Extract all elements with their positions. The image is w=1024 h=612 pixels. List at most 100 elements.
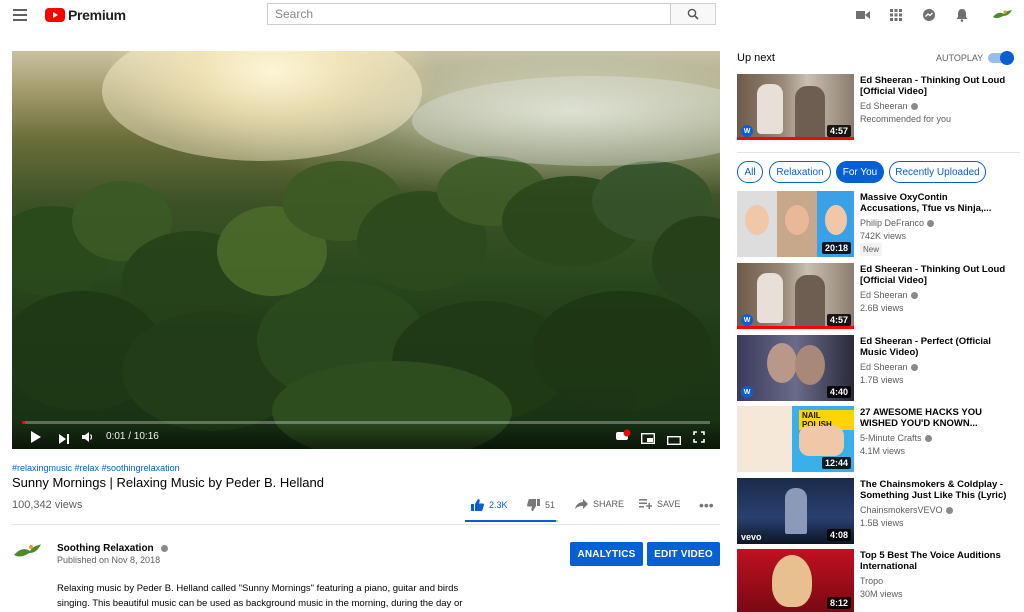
messages-icon[interactable] xyxy=(921,7,937,23)
video-thumbnail[interactable]: W 4:57 xyxy=(737,263,854,329)
chip-recently-uploaded[interactable]: Recently Uploaded xyxy=(889,161,986,183)
search-button[interactable] xyxy=(671,3,716,25)
thumb-figure xyxy=(785,488,807,534)
up-next-title[interactable]: Ed Sheeran - Thinking Out Loud [Official… xyxy=(860,75,1020,97)
chip-relaxation[interactable]: Relaxation xyxy=(769,161,831,183)
create-video-icon[interactable] xyxy=(855,7,871,23)
thumb-panel xyxy=(737,406,792,472)
video-player[interactable]: 0:01 / 10:16 xyxy=(12,51,720,449)
thumbs-up-icon xyxy=(471,499,484,511)
fullscreen-icon[interactable] xyxy=(693,430,705,448)
autoplay-toggle-icon[interactable] xyxy=(616,429,632,448)
thumb-face xyxy=(795,345,825,385)
like-button[interactable]: 2.3K xyxy=(471,499,508,511)
video-title-link[interactable]: 27 AWESOME HACKS YOU WISHED YOU'D KNOWN.… xyxy=(860,407,1020,429)
channel-name-text: Soothing Relaxation xyxy=(57,543,154,554)
duration-badge: 4:40 xyxy=(826,386,851,398)
warner-logo-icon: W xyxy=(741,125,753,137)
duration-badge: 20:18 xyxy=(821,242,851,254)
channel-label[interactable]: Philip DeFranco xyxy=(860,218,924,228)
autoplay-toggle[interactable] xyxy=(988,51,1014,65)
verified-icon xyxy=(160,545,168,552)
channel-avatar[interactable] xyxy=(12,541,42,568)
play-icon[interactable] xyxy=(30,430,42,448)
notifications-bell-icon[interactable] xyxy=(954,7,970,23)
volume-icon[interactable] xyxy=(82,430,94,448)
video-title-link[interactable]: Top 5 Best The Voice Auditions Internati… xyxy=(860,550,1020,572)
playlist-add-icon xyxy=(639,499,652,509)
search-icon xyxy=(687,8,699,20)
account-avatar[interactable] xyxy=(990,7,1014,23)
dislike-button[interactable]: 51 xyxy=(527,499,555,511)
edit-video-button[interactable]: EDIT VIDEO xyxy=(647,542,720,566)
video-meta: Philip DeFranco 742K views New xyxy=(860,217,935,256)
video-title-link[interactable]: Ed Sheeran - Perfect (Official Music Vid… xyxy=(860,336,1020,358)
views-label: 1.7B views xyxy=(860,375,904,385)
forest-canopy xyxy=(12,51,720,449)
channel-label[interactable]: Tropo xyxy=(860,575,903,588)
video-meta: Tropo 30M views xyxy=(860,575,903,601)
warner-logo-icon: W xyxy=(741,386,753,398)
channel-label[interactable]: ChainsmokersVEVO xyxy=(860,505,943,515)
chip-all[interactable]: All xyxy=(737,161,763,183)
channel-label[interactable]: Ed Sheeran xyxy=(860,362,908,372)
description-line: singing. This beautiful music can be use… xyxy=(57,598,463,609)
video-thumbnail[interactable]: 20:18 xyxy=(737,191,854,257)
more-actions-icon[interactable]: ••• xyxy=(699,497,714,513)
title-line: Ed Sheeran - Thinking Out Loud xyxy=(860,75,1006,86)
video-thumbnail[interactable]: vevo 4:08 xyxy=(737,478,854,544)
vevo-logo: vevo xyxy=(741,532,762,542)
watched-bar xyxy=(737,326,854,329)
video-title-link[interactable]: Ed Sheeran - Thinking Out Loud [Official… xyxy=(860,264,1020,286)
title-line: Accusations, Tfue vs Ninja,... xyxy=(860,203,992,214)
next-icon[interactable] xyxy=(59,431,70,449)
brand-label: Premium xyxy=(68,7,126,23)
channel-label[interactable]: Ed Sheeran xyxy=(860,290,908,300)
save-button[interactable]: SAVE xyxy=(639,499,680,509)
views-label: 2.6B views xyxy=(860,303,904,313)
up-next-meta: Ed Sheeran Recommended for you xyxy=(860,100,951,126)
title-line: WISHED YOU'D KNOWN... xyxy=(860,418,978,429)
share-button[interactable]: SHARE xyxy=(575,499,624,509)
youtube-premium-logo[interactable]: Premium xyxy=(45,7,126,23)
analytics-button[interactable]: ANALYTICS xyxy=(570,542,643,566)
video-title-link[interactable]: The Chainsmokers & Coldplay - Something … xyxy=(860,479,1020,501)
verified-icon xyxy=(910,103,918,111)
channel-label[interactable]: 5-Minute Crafts xyxy=(860,433,922,443)
title-line: Something Just Like This (Lyric) xyxy=(860,490,1007,501)
verified-icon xyxy=(910,364,918,372)
search-input[interactable]: Search xyxy=(267,3,671,25)
menu-icon[interactable] xyxy=(13,9,27,21)
video-thumbnail[interactable]: NAIL POLISH 12:44 xyxy=(737,406,854,472)
duration-badge: 4:57 xyxy=(826,125,851,137)
verified-icon xyxy=(924,435,932,443)
thumb-face xyxy=(772,555,812,607)
theater-mode-icon[interactable] xyxy=(666,432,682,449)
up-next-thumbnail[interactable]: W 4:57 xyxy=(737,74,854,140)
search-placeholder: Search xyxy=(275,7,314,21)
chip-for-you[interactable]: For You xyxy=(836,161,884,183)
published-date: Published on Nov 8, 2018 xyxy=(57,555,161,565)
title-line: International xyxy=(860,561,918,572)
top-bar: Premium Search xyxy=(0,0,1024,30)
thumb-figure xyxy=(795,86,825,140)
divider xyxy=(737,152,1020,153)
thumb-figure xyxy=(757,84,783,134)
thumb-face xyxy=(825,205,847,235)
video-thumbnail[interactable]: W 4:40 xyxy=(737,335,854,401)
apps-grid-icon[interactable] xyxy=(888,7,904,23)
progress-bar[interactable] xyxy=(22,421,710,424)
video-title-link[interactable]: Massive OxyContin Accusations, Tfue vs N… xyxy=(860,192,1020,214)
video-thumbnail[interactable]: 8:12 xyxy=(737,549,854,612)
autoplay-label: AUTOPLAY xyxy=(936,53,984,63)
verified-icon xyxy=(910,292,918,300)
channel-name[interactable]: Soothing Relaxation xyxy=(57,543,168,554)
watched-bar xyxy=(737,137,854,140)
miniplayer-icon[interactable] xyxy=(640,431,656,449)
hashtags[interactable]: #relaxingmusic #relax #soothingrelaxatio… xyxy=(12,463,180,473)
description-line: Relaxing music by Peder B. Helland calle… xyxy=(57,583,459,594)
channel-label[interactable]: Ed Sheeran xyxy=(860,101,908,111)
title-line: [Official Video] xyxy=(860,275,927,286)
dislike-count: 51 xyxy=(545,500,556,510)
like-ratio-bar xyxy=(465,520,558,522)
